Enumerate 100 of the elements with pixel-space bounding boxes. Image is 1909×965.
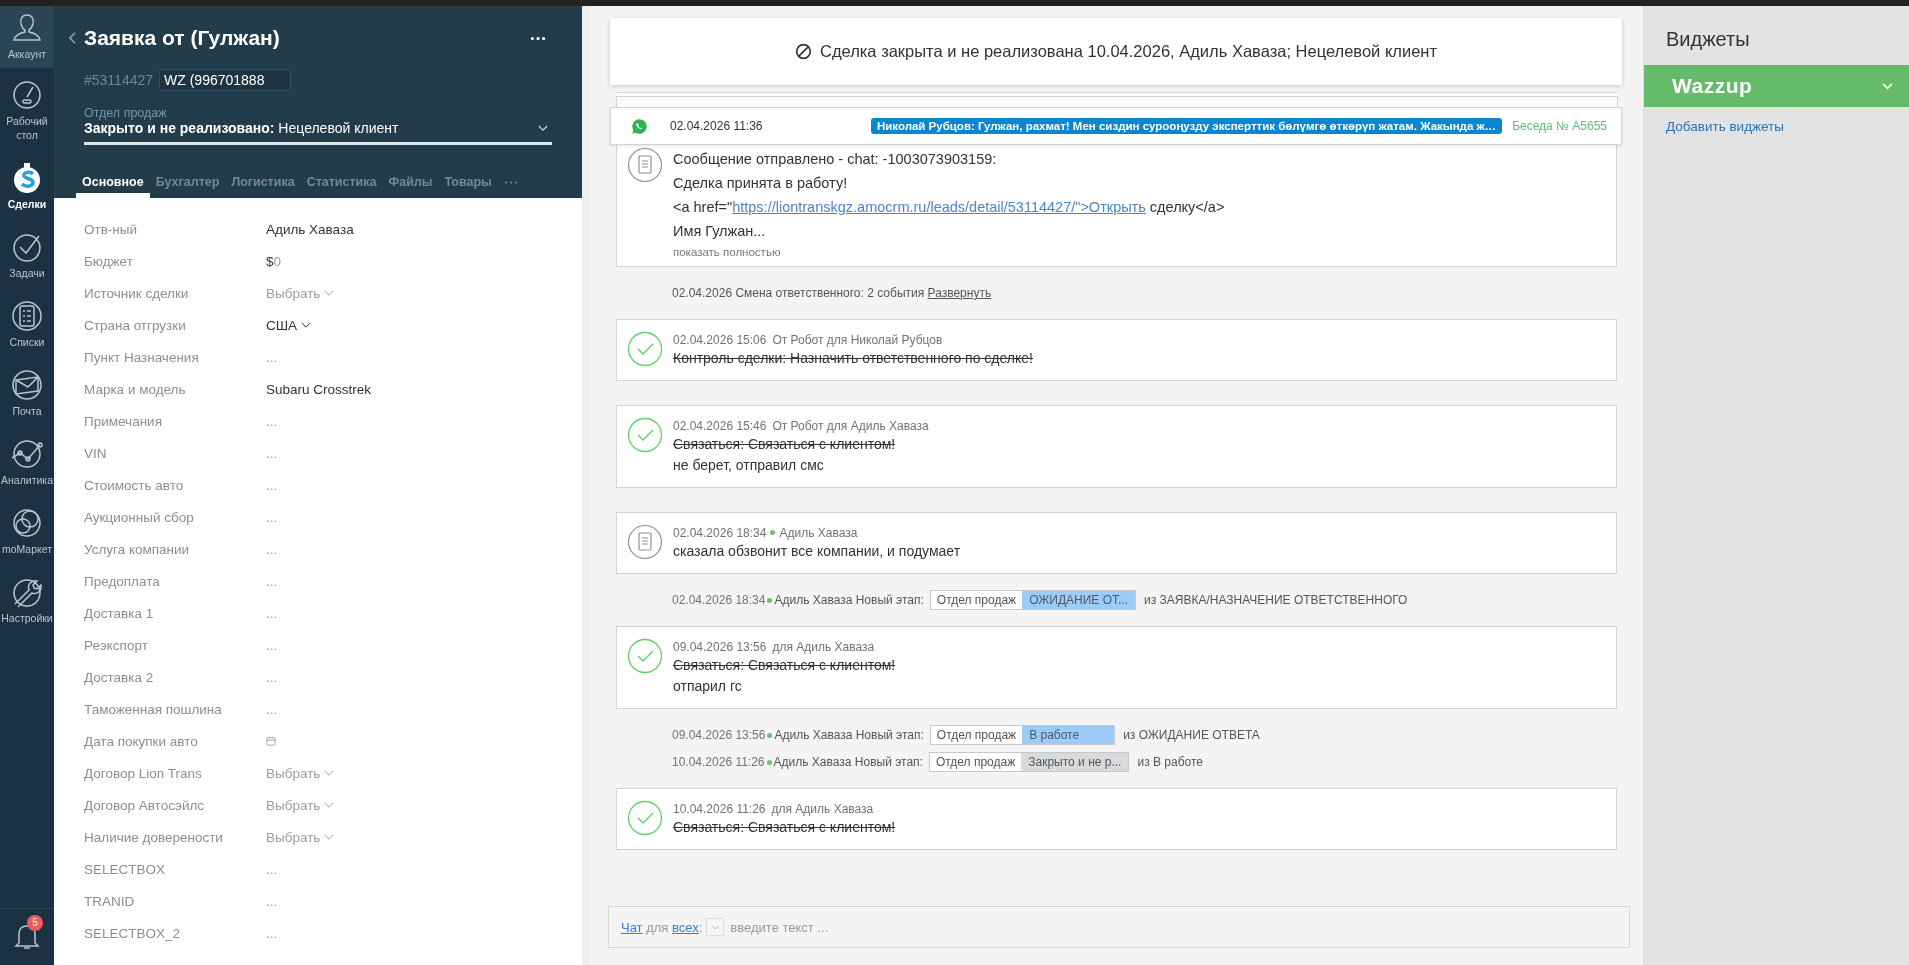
field-value[interactable]: ... — [266, 477, 278, 493]
whatsapp-message-bar[interactable]: 02.04.2026 11:36 Николай Рубцов: Гулжан, рахмат! Мен сиздин сурооңузду эксперттик бөлүмгө өткөрүп жатам. Жакында ж… Беседа № A5655 — [610, 107, 1622, 145]
field-value[interactable]: ... — [266, 701, 278, 717]
field-label: Реэкспорт — [84, 637, 149, 653]
field-label: Услуга компании — [84, 541, 191, 557]
pipeline-name: Отдел продаж — [935, 727, 1018, 744]
status-dropdown[interactable]: Закрыто и не реализовано: Нецелевой клиент — [84, 120, 552, 136]
field-value[interactable]: ... — [266, 349, 278, 365]
lead-tag[interactable]: WZ (996701888 — [159, 69, 292, 91]
stage-name: ОЖИДАНИЕ ОТ... — [1022, 591, 1135, 609]
task-title: Контроль сделки: Назначить ответственного по сделке! — [673, 349, 1033, 368]
field-value[interactable]: $0 — [266, 253, 282, 269]
banner-text: Сделка закрыта и не реализована 10.04.2026, Адиль Хаваза; Нецелевой клиент — [820, 42, 1437, 61]
chevron-down-icon — [324, 801, 335, 809]
more-dots-icon[interactable] — [503, 180, 518, 185]
field-value[interactable]: ... — [266, 925, 278, 941]
field-label: Доставка 1 — [84, 605, 155, 621]
document-icon — [627, 147, 663, 183]
dollar-bag-icon — [11, 162, 43, 194]
timestamp: 09.04.2026 13:56 — [673, 639, 767, 654]
back-chevron-icon[interactable] — [68, 31, 77, 45]
stage-change-text: Адиль Хаваза Новый этап: — [773, 755, 923, 769]
nav-item[interactable]: Аналитика — [0, 427, 54, 496]
template-dropdown[interactable] — [706, 918, 725, 936]
chevron-down-icon — [324, 833, 335, 841]
field-value[interactable]: ... — [266, 861, 278, 877]
checkmark-circle-icon[interactable] — [627, 331, 663, 367]
task-author: для Адиль Хаваза — [771, 801, 874, 816]
select-dropdown[interactable]: США — [266, 317, 312, 333]
field-value[interactable]: ... — [266, 605, 278, 621]
nav-item[interactable]: Почта — [0, 358, 54, 427]
field-label: Предоплата — [84, 573, 161, 589]
field-value[interactable]: ... — [266, 669, 278, 685]
select-dropdown[interactable]: Выбрать — [266, 285, 335, 301]
field-value[interactable]: ... — [266, 637, 278, 653]
field-value[interactable]: ... — [266, 893, 278, 909]
calendar-icon[interactable] — [266, 736, 276, 746]
nav-item[interactable]: Списки — [0, 289, 54, 358]
stage-change-text: Адиль Хаваза Новый этап: — [774, 728, 924, 742]
tab[interactable]: Товары — [438, 175, 498, 198]
field-value[interactable]: ... — [266, 413, 278, 429]
chevron-down-icon — [324, 769, 335, 777]
field-value[interactable]: ... — [266, 445, 278, 461]
field-value[interactable]: Subaru Crosstrek — [266, 381, 372, 397]
envelope-icon — [11, 369, 43, 401]
wrench-icon — [11, 576, 43, 608]
tab[interactable]: Основное — [76, 175, 150, 198]
pipeline-label: Отдел продаж — [84, 106, 167, 120]
field-label: Дата покупки авто — [84, 733, 199, 749]
field-value[interactable]: Адиль Хаваза — [266, 221, 354, 237]
deal-link[interactable]: https://liontranskgz.amocrm.ru/leads/detail/53114427/">Открыть — [732, 199, 1146, 215]
field-label: Отв-ный — [84, 221, 139, 237]
message-text: Сообщение отправлено - chat: -1003073903159: — [673, 150, 997, 169]
task-title: Связаться: Связаться с клиентом! — [673, 818, 896, 837]
field-value[interactable]: ... — [266, 573, 278, 589]
field-value[interactable]: ... — [266, 541, 278, 557]
add-widgets-link[interactable]: Добавить виджеты — [1666, 119, 1784, 134]
select-dropdown[interactable]: Выбрать — [266, 829, 335, 845]
tab[interactable]: Файлы — [382, 175, 439, 198]
task-author: для Адиль Хаваза — [772, 639, 875, 654]
checkmark-circle-icon[interactable] — [627, 800, 663, 836]
note-author: Адиль Хаваза — [779, 525, 858, 540]
message-preview[interactable]: Николай Рубцов: Гулжан, рахмат! Мен сиздин сурооңузду эксперттик бөлүмгө өткөрүп жатам. Жакында ж… — [870, 118, 1503, 134]
event-text: 02.04.2026 Смена ответственного: 2 события Развернуть — [672, 286, 992, 300]
chat-input-field[interactable]: Чат для всех: введите текст ... — [608, 906, 1630, 948]
message-input[interactable]: введите текст ... — [728, 918, 1617, 936]
nav-item[interactable]: Задачи — [0, 220, 54, 289]
expand-link[interactable]: Развернуть — [927, 286, 992, 300]
timestamp: 02.04.2026 15:46 — [673, 418, 767, 433]
nav-item[interactable]: Сделки — [0, 151, 54, 220]
previous-stage-text: из ОЖИДАНИЕ ОТВЕТА — [1123, 728, 1260, 742]
nav-item[interactable]: Аккаунт — [0, 6, 54, 68]
chat-type-link[interactable]: Чат — [621, 919, 643, 935]
timestamp: 10.04.2026 11:26 — [673, 801, 766, 816]
line-graph-icon — [11, 438, 43, 470]
checkmark-circle-icon[interactable] — [627, 638, 663, 674]
tab[interactable]: Статистика — [300, 175, 383, 198]
recipient-link[interactable]: всех — [672, 919, 699, 935]
speedometer-icon — [11, 79, 43, 111]
nav-item[interactable]: moМаркет — [0, 496, 54, 565]
message-text: Имя Гулжан... — [673, 222, 766, 241]
nav-item[interactable]: Рабочий стол — [0, 68, 54, 151]
checkmark-circle-icon[interactable] — [627, 417, 663, 453]
chevron-down-icon — [538, 124, 548, 132]
field-label: Страна отгрузки — [84, 317, 187, 333]
more-dots-icon[interactable] — [530, 35, 546, 41]
timestamp: 02.04.2026 18:34 — [672, 593, 766, 607]
show-more-link[interactable]: показать полностью — [673, 243, 781, 261]
select-dropdown[interactable]: Выбрать — [266, 797, 335, 813]
tab[interactable]: Логистика — [225, 175, 301, 198]
previous-stage-text: из В работе — [1137, 755, 1203, 769]
widget-header[interactable]: Wazzup — [1644, 65, 1909, 107]
field-value[interactable]: ... — [266, 509, 278, 525]
tab[interactable]: Бухгалтер — [149, 175, 226, 198]
select-dropdown[interactable]: Выбрать — [266, 765, 335, 781]
task-title: Связаться: Связаться с клиентом! — [673, 656, 896, 675]
field-label: Марка и модель — [84, 381, 187, 397]
nav-item[interactable]: Настройки — [0, 565, 54, 634]
conversation-link[interactable]: Беседа № A5655 — [1512, 119, 1607, 133]
field-label: Примечания — [84, 413, 163, 429]
